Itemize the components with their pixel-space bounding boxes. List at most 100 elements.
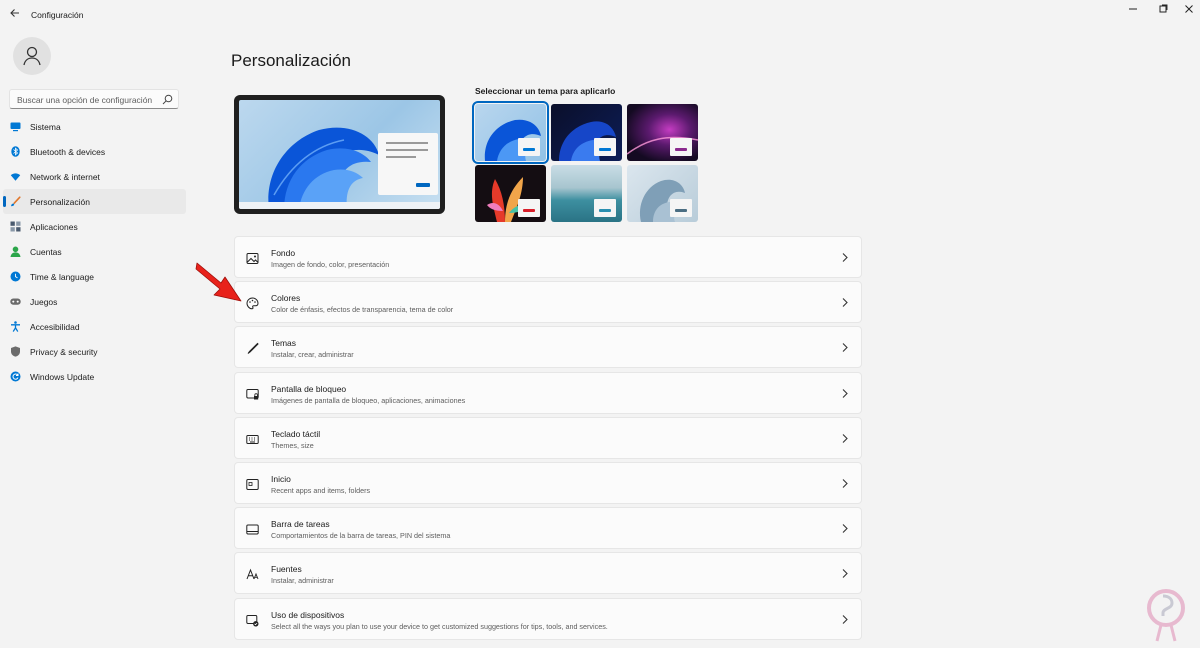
apps-icon xyxy=(10,221,21,232)
card-subtitle: Imágenes de pantalla de bloqueo, aplicac… xyxy=(271,395,466,405)
desktop-preview-image xyxy=(239,100,440,209)
card-title: Barra de tareas xyxy=(271,519,330,530)
card-title: Teclado táctil xyxy=(271,428,321,439)
sidebar-item-sistema[interactable]: Sistema xyxy=(3,114,186,139)
card-subtitle: Select all the ways you plan to use your… xyxy=(271,621,608,631)
settings-list: Fondo Imagen de fondo, color, presentaci… xyxy=(234,236,862,643)
close-button[interactable] xyxy=(1176,4,1200,18)
sidebar-item-juegos[interactable]: Juegos xyxy=(3,289,186,314)
preview-taskbar xyxy=(239,202,440,209)
update-icon xyxy=(10,371,21,382)
chevron-right-icon xyxy=(842,569,848,579)
sidebar-item-network[interactable]: Network & internet xyxy=(3,164,186,189)
themes-grid xyxy=(472,101,699,223)
search-input[interactable] xyxy=(17,92,162,107)
search-box[interactable] xyxy=(9,89,179,109)
palette-icon xyxy=(246,297,259,310)
card-temas[interactable]: Temas Instalar, crear, administrar xyxy=(234,326,862,369)
globe-clock-icon xyxy=(10,271,21,282)
card-barra-tareas[interactable]: Barra de tareas Comportamientos de la ba… xyxy=(234,507,862,550)
card-title: Fondo xyxy=(271,248,296,258)
sidebar-item-bluetooth[interactable]: Bluetooth & devices xyxy=(3,139,186,164)
sidebar-item-label: Sistema xyxy=(30,122,61,132)
wifi-icon xyxy=(10,173,21,181)
card-subtitle: Recent apps and items, folders xyxy=(271,485,371,495)
sidebar-item-windows-update[interactable]: Windows Update xyxy=(3,364,186,389)
user-icon xyxy=(23,46,41,66)
chevron-right-icon xyxy=(842,298,848,308)
system-icon xyxy=(10,122,21,132)
card-title: Inicio xyxy=(271,473,291,484)
accounts-icon xyxy=(10,246,21,257)
card-fondo[interactable]: Fondo Imagen de fondo, color, presentaci… xyxy=(234,236,862,278)
lock-screen-icon xyxy=(246,388,259,400)
sidebar-item-privacy[interactable]: Privacy & security xyxy=(3,339,186,364)
card-fuentes[interactable]: Fuentes Instalar, administrar xyxy=(234,552,862,595)
card-subtitle: Instalar, administrar xyxy=(271,576,334,586)
bluetooth-icon xyxy=(11,146,20,157)
app-title: Configuración xyxy=(31,10,84,20)
card-colores[interactable]: Colores Color de énfasis, efectos de tra… xyxy=(234,281,862,324)
card-uso-dispositivos[interactable]: Uso de dispositivos Select all the ways … xyxy=(234,597,862,640)
fonts-icon xyxy=(246,568,259,580)
sidebar-nav: Sistema Bluetooth & devices Network & in… xyxy=(3,114,186,389)
theme-preview xyxy=(234,95,445,214)
device-usage-icon xyxy=(246,614,259,626)
page-title: Personalización xyxy=(231,51,352,70)
card-title: Colores xyxy=(271,293,301,304)
sidebar-item-label: Windows Update xyxy=(30,372,95,382)
card-subtitle: Color de énfasis, efectos de transparenc… xyxy=(271,305,454,315)
maximize-button[interactable] xyxy=(1150,4,1176,18)
card-subtitle: Themes, size xyxy=(271,440,314,450)
sidebar-item-aplicaciones[interactable]: Aplicaciones xyxy=(3,214,186,239)
user-avatar[interactable] xyxy=(13,37,51,75)
title-bar: Configuración xyxy=(0,0,1200,30)
search-icon[interactable] xyxy=(162,94,173,105)
sidebar-item-personalizacion[interactable]: Personalización xyxy=(3,189,186,214)
taskbar-icon xyxy=(246,524,259,535)
chevron-right-icon xyxy=(842,479,848,488)
chevron-right-icon xyxy=(842,388,848,398)
card-inicio[interactable]: Inicio Recent apps and items, folders xyxy=(234,461,862,504)
chevron-right-icon xyxy=(842,614,848,624)
selected-indicator xyxy=(3,196,6,207)
sidebar-item-label: Aplicaciones xyxy=(30,222,78,232)
theme-3[interactable] xyxy=(627,104,698,161)
sidebar-item-accesibilidad[interactable]: Accesibilidad xyxy=(3,314,186,339)
minimize-button[interactable] xyxy=(1120,4,1146,18)
theme-5[interactable] xyxy=(551,165,622,222)
brush-icon xyxy=(11,196,21,207)
accessibility-icon xyxy=(11,321,20,332)
gamepad-icon xyxy=(10,298,21,305)
card-subtitle: Imagen de fondo, color, presentación xyxy=(271,260,390,269)
sidebar-item-label: Accesibilidad xyxy=(30,322,80,332)
theme-6[interactable] xyxy=(627,165,698,222)
sidebar-item-label: Personalización xyxy=(30,197,91,207)
image-icon xyxy=(246,253,259,264)
sidebar-item-label: Bluetooth & devices xyxy=(30,147,106,157)
card-subtitle: Comportamientos de la barra de tareas, P… xyxy=(271,531,451,541)
card-teclado-tactil[interactable]: Teclado táctil Themes, size xyxy=(234,416,862,459)
chevron-right-icon xyxy=(842,433,848,443)
theme-4[interactable] xyxy=(475,165,546,222)
start-icon xyxy=(246,478,259,490)
back-arrow-icon[interactable] xyxy=(6,6,24,24)
chevron-right-icon xyxy=(842,524,848,534)
sidebar-item-label: Privacy & security xyxy=(30,347,98,357)
card-subtitle: Instalar, crear, administrar xyxy=(271,350,354,360)
sidebar-item-label: Network & internet xyxy=(30,172,100,182)
chevron-right-icon xyxy=(842,253,848,262)
card-title: Fuentes xyxy=(271,564,302,575)
sidebar-item-time-language[interactable]: Time & language xyxy=(3,264,186,289)
watermark-logo-icon xyxy=(1147,589,1185,642)
sidebar-item-label: Cuentas xyxy=(30,247,62,257)
shield-icon xyxy=(11,346,20,357)
pen-icon xyxy=(247,343,259,355)
sidebar-item-label: Juegos xyxy=(30,297,58,307)
keyboard-icon xyxy=(246,434,259,444)
card-pantalla-bloqueo[interactable]: Pantalla de bloqueo Imágenes de pantalla… xyxy=(234,371,862,414)
themes-label: Seleccionar un tema para aplicarlo xyxy=(475,86,616,96)
sidebar-item-cuentas[interactable]: Cuentas xyxy=(3,239,186,264)
theme-2[interactable] xyxy=(551,104,622,161)
theme-1[interactable] xyxy=(472,101,549,164)
